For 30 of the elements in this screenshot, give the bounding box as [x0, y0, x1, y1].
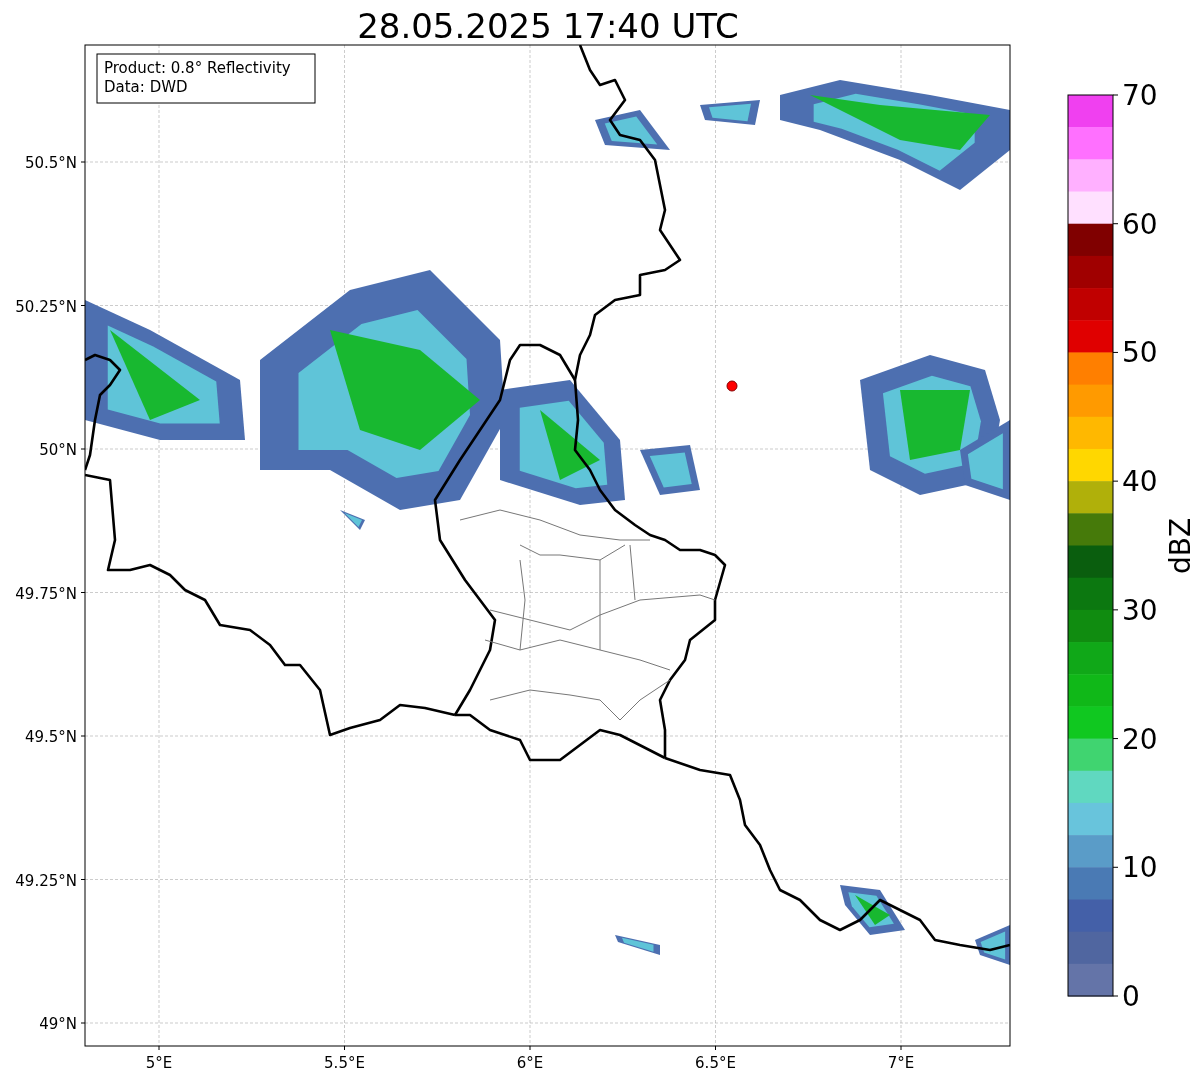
longitude-label: 6.5°E	[695, 1054, 736, 1072]
colorbar-tick-label: 50	[1122, 336, 1158, 370]
info-text: Data: DWD	[104, 78, 188, 96]
latitude-label: 50.5°N	[24, 154, 77, 172]
latitude-label: 49.75°N	[15, 584, 77, 603]
latitude-label: 49.25°N	[15, 871, 77, 890]
radar-echo	[840, 885, 905, 935]
longitude-label: 7°E	[887, 1054, 915, 1072]
chart-title: 28.05.2025 17:40 UTC	[357, 6, 739, 46]
colorbar-tick-label: 20	[1122, 722, 1158, 756]
latitude-label: 49°N	[39, 1015, 77, 1033]
radar-echo	[615, 935, 660, 955]
latitude-label: 50°N	[39, 441, 77, 459]
colorbar-tick-label: 10	[1122, 851, 1158, 885]
longitude-label: 6°E	[516, 1054, 544, 1072]
colorbar-tick-label: 70	[1122, 79, 1158, 112]
colorbar-title: dBZ	[1164, 517, 1197, 575]
latitude-label: 50.25°N	[15, 297, 77, 316]
radar-echo	[975, 925, 1010, 965]
radar-site-marker	[726, 380, 738, 392]
colorbar-tick-label: 0	[1122, 980, 1140, 1013]
colorbar-tick-label: 40	[1122, 465, 1158, 499]
radar-echo	[640, 445, 700, 495]
latitude-label: 49.5°N	[24, 728, 77, 746]
radar-echo	[700, 100, 760, 125]
longitude-label: 5°E	[145, 1054, 173, 1072]
colorbar-tick-label: 60	[1122, 207, 1158, 241]
colorbar-tick-label: 30	[1122, 593, 1158, 627]
info-text: Product: 0.8° Reflectivity	[104, 59, 291, 77]
longitude-label: 5.5°E	[324, 1054, 365, 1072]
